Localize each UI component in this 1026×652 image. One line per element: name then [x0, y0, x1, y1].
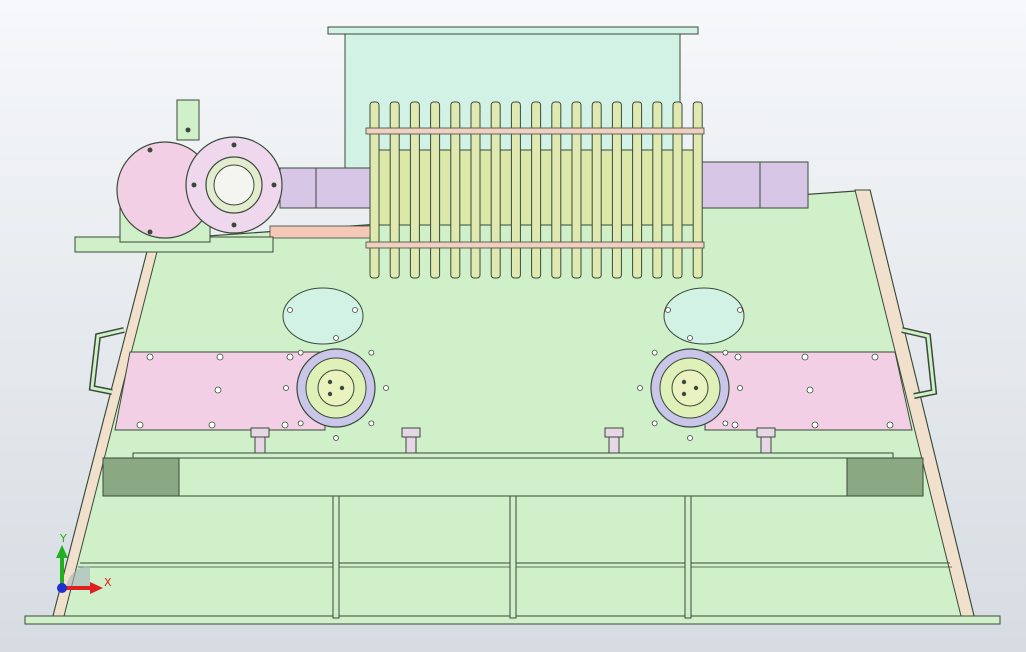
plate-hole: [886, 421, 894, 429]
ring-bolt: [283, 385, 289, 391]
bolt-hole: [271, 182, 277, 188]
ring-bolt: [637, 385, 643, 391]
vertical-post: [684, 495, 692, 619]
cover-hole: [287, 307, 293, 313]
ring-bolt: [368, 349, 375, 356]
crusher-drawing: Y X: [24, 26, 1001, 625]
hex-bolt-head: [604, 427, 624, 438]
ring-bolt: [722, 349, 729, 356]
axis-y-label: Y: [59, 532, 67, 545]
plate-hole: [136, 421, 144, 429]
bearing-top-bracket: [176, 99, 200, 141]
ring-bolt: [722, 420, 729, 427]
bolt-hole: [147, 229, 153, 235]
center-bolt: [693, 385, 699, 391]
rotor-rod-bottom: [365, 241, 705, 249]
shaft-left: [279, 167, 371, 209]
plate-hole: [734, 353, 742, 361]
ring-bolt: [333, 435, 339, 441]
ring-bolt: [297, 349, 304, 356]
plate-hole: [801, 353, 809, 361]
plate-hole: [281, 421, 289, 429]
ring-bolt: [368, 420, 375, 427]
plate-hole: [811, 421, 819, 429]
crossbar-top-strip: [132, 452, 894, 459]
center-bolt: [681, 391, 687, 397]
ring-bolt: [651, 420, 658, 427]
center-bolt: [327, 391, 333, 397]
hex-bolt-head: [401, 427, 421, 438]
hex-bolt-head: [250, 427, 270, 438]
hex-bolt-shank: [405, 436, 417, 454]
lower-link-bar: [269, 225, 371, 239]
hopper-lip: [327, 26, 699, 35]
hex-bolt-shank: [608, 436, 620, 454]
cover-hole: [665, 307, 671, 313]
cover-plate-right: [663, 287, 745, 345]
hex-bolt-head: [756, 427, 776, 438]
ring-bolt: [297, 420, 304, 427]
center-bolt: [327, 379, 333, 385]
ring-bolt: [687, 335, 693, 341]
plate-hole: [286, 353, 294, 361]
plate-hole: [216, 353, 224, 361]
bolt-hole: [231, 222, 237, 228]
plate-hole: [871, 353, 879, 361]
shaft-right: [699, 161, 809, 209]
crossbar-block-right: [846, 457, 924, 497]
cad-viewport[interactable]: Y X: [0, 0, 1026, 652]
plate-hole: [208, 421, 216, 429]
hex-bolt-shank: [760, 436, 772, 454]
cover-hole: [352, 307, 358, 313]
ring-bolt: [737, 385, 743, 391]
axis-x-label: X: [104, 576, 112, 589]
crossbar: [102, 457, 924, 497]
plate-hole: [214, 386, 222, 394]
plate-hole: [806, 386, 814, 394]
hex-bolt-shank: [254, 436, 266, 454]
vertical-post: [332, 495, 340, 619]
cover-hole: [737, 307, 743, 313]
center-bolt: [339, 385, 345, 391]
crossbar-block-left: [102, 457, 180, 497]
bolt-hole: [185, 127, 191, 133]
center-bolt: [681, 379, 687, 385]
bolt-hole: [147, 147, 153, 153]
ring-bolt: [383, 385, 389, 391]
cover-plate-left: [282, 287, 364, 345]
vertical-post: [509, 495, 517, 619]
plate-hole: [731, 421, 739, 429]
bolt-hole: [191, 182, 197, 188]
bolt-hole: [231, 142, 237, 148]
rotor-rod-top: [365, 127, 705, 135]
ring-bolt: [651, 349, 658, 356]
ring-bolt: [687, 435, 693, 441]
ring-bolt: [333, 335, 339, 341]
plate-hole: [146, 353, 154, 361]
